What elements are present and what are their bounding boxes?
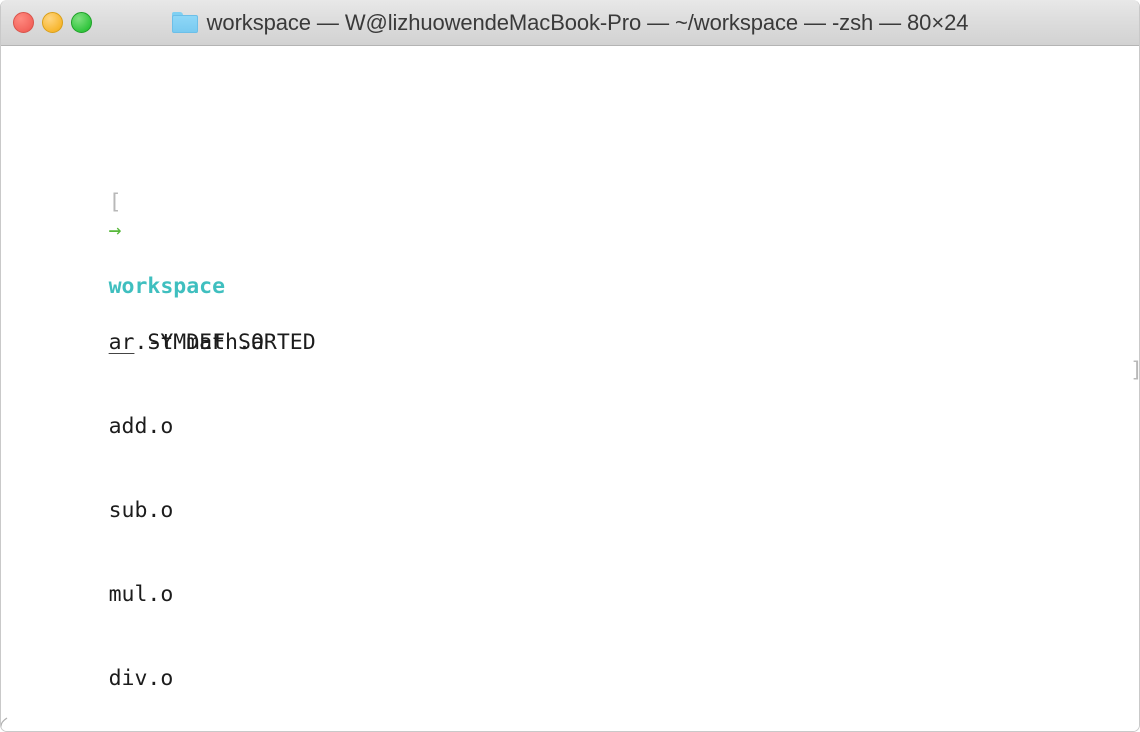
folder-icon xyxy=(171,12,198,33)
output-text: mul.o xyxy=(108,582,174,607)
prompt-directory: workspace xyxy=(108,274,226,299)
terminal-line-prompt: [ → workspace ar -t math.a ] xyxy=(5,161,1139,383)
terminal-line-output: div.o xyxy=(5,637,795,691)
terminal-line-output: sub.o xyxy=(5,469,795,523)
terminal-screen[interactable]: [ → workspace ar -t math.a ] __.SYMDEF S… xyxy=(1,46,1139,731)
terminal-window: workspace — W@lizhuowendeMacBook-Pro — ~… xyxy=(0,0,1140,732)
output-text: sub.o xyxy=(108,498,174,523)
output-text: __.SYMDEF SORTED xyxy=(108,330,316,355)
traffic-light-group xyxy=(1,12,92,33)
prompt-end-bracket: ] xyxy=(1130,357,1139,385)
minimize-button[interactable] xyxy=(42,12,63,33)
window-titlebar[interactable]: workspace — W@lizhuowendeMacBook-Pro — ~… xyxy=(1,0,1139,46)
prompt-open-bracket: [ xyxy=(108,190,122,215)
terminal-line-output: mul.o xyxy=(5,553,795,607)
prompt-arrow-icon: → xyxy=(108,218,122,243)
window-title: workspace — W@lizhuowendeMacBook-Pro — ~… xyxy=(206,9,969,35)
terminal-text-buffer: [ → workspace ar -t math.a ] __.SYMDEF S… xyxy=(5,49,1139,731)
terminal-line-output: add.o xyxy=(5,385,795,439)
output-text: add.o xyxy=(108,414,174,439)
output-text: div.o xyxy=(108,666,174,691)
close-button[interactable] xyxy=(13,12,34,33)
window-title-area: workspace — W@lizhuowendeMacBook-Pro — ~… xyxy=(1,0,1139,45)
terminal-line-output: __.SYMDEF SORTED xyxy=(5,301,795,355)
maximize-button[interactable] xyxy=(71,12,92,33)
